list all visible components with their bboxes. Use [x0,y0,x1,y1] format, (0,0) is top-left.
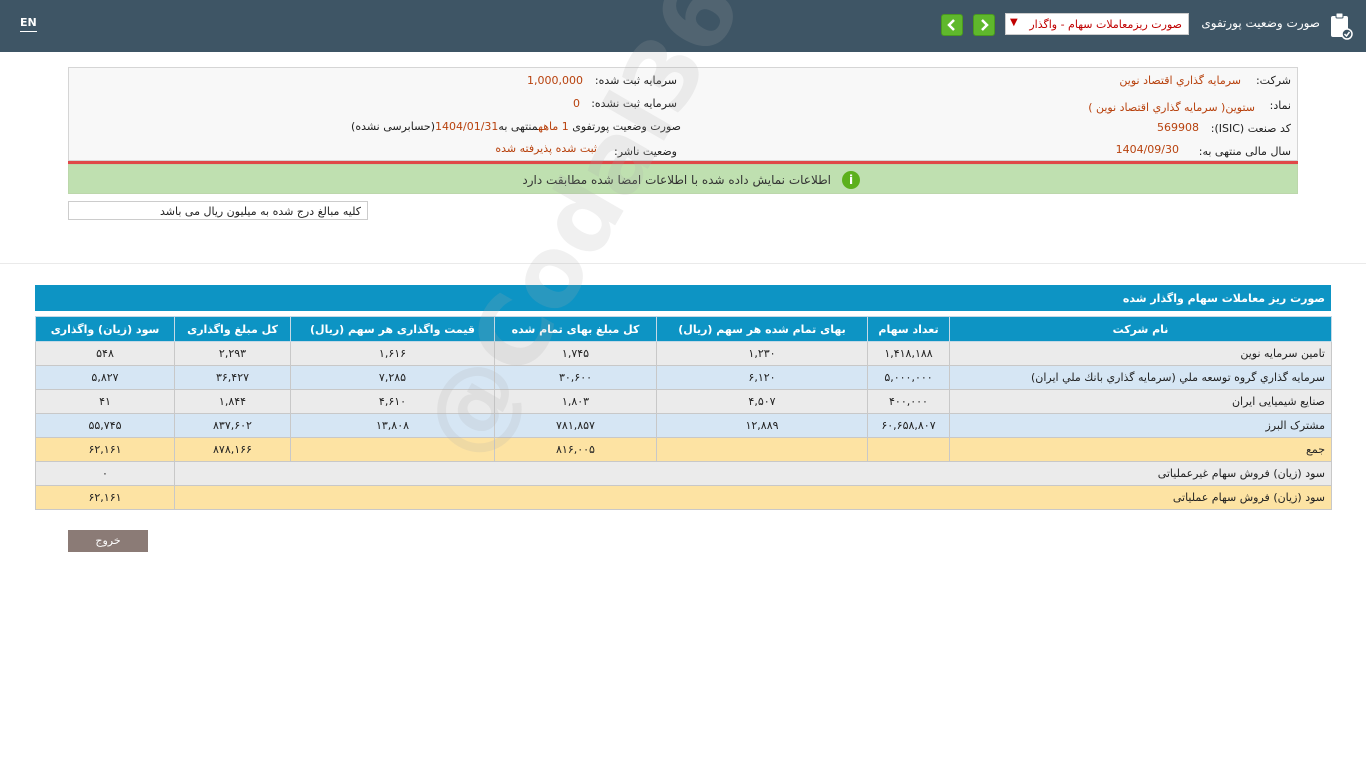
total-cost-cell: ۸۱۶,۰۰۵ [494,437,657,462]
table-cell: ۴,۵۰۷ [656,389,868,414]
table-cell: ۲,۲۹۳ [174,341,291,366]
table-row: سرمایه گذاري گروه توسعه ملي (سرمايه گذار… [35,365,1332,390]
isic-label: کد صنعت (ISIC): [1210,122,1291,135]
table-cell: تامین سرمایه نوین [949,341,1332,366]
report-type-select[interactable]: ▼ صورت ریزمعاملات سهام - واگذار [1005,13,1189,35]
table-cell [867,437,950,462]
table-cell: ۵۵,۷۴۵ [35,413,175,438]
table-cell: ۶,۱۲۰ [656,365,868,390]
section-divider [0,263,1366,264]
table-cell: ۵,۰۰۰,۰۰۰ [867,365,950,390]
table-cell: صنایع شیمیایی ایران [949,389,1332,414]
operating-row: سود (زیان) فروش سهام عملیاتی ۶۲,۱۶۱ [35,485,1332,510]
table-cell: ۴۰۰,۰۰۰ [867,389,950,414]
exit-button[interactable]: خروج [68,530,148,552]
company-label: شرکت: [1255,74,1291,87]
chevron-down-icon: ▼ [1010,17,1018,28]
table-row: صنایع شیمیایی ایران ۴۰۰,۰۰۰ ۴,۵۰۷ ۱,۸۰۳ … [35,389,1332,414]
column-header: تعداد سهام [867,316,950,342]
table-cell: ۸۳۷,۶۰۲ [174,413,291,438]
total-profit-cell: ۶۲,۱۶۱ [35,437,175,462]
fiscal-year-label: سال مالی منتهی به: [1198,145,1291,158]
unit-note: کلیه مبالغ درج شده به میلیون ریال می باش… [68,201,368,220]
table-cell: ۱,۴۱۸,۱۸۸ [867,341,950,366]
chevron-right-icon [981,19,989,31]
clipboard-check-icon [1331,12,1353,40]
table-cell: ۳۶,۴۲۷ [174,365,291,390]
non-operating-value: ۰ [35,461,175,486]
column-header: نام شرکت [949,316,1332,342]
table-cell: ۶۰,۶۵۸,۸۰۷ [867,413,950,438]
company-value: سرمايه گذاري اقتصاد نوين [1119,74,1241,87]
table-row: مشترک البرز ۶۰,۶۵۸,۸۰۷ ۱۲,۸۸۹ ۷۸۱,۸۵۷ ۱۳… [35,413,1332,438]
verification-banner: اطلاعات نمایش داده شده با اطلاعات امضا ش… [68,164,1298,194]
table-cell: ۱,۲۳۰ [656,341,868,366]
fiscal-year-value: 1404/09/30 [1115,143,1179,156]
prev-button[interactable] [941,14,963,36]
symbol-value: ستوین( سرمايه گذاري اقتصاد نوين ) [1088,101,1255,114]
operating-value: ۶۲,۱۶۱ [35,485,175,510]
column-header: سود (زیان) واگذاری [35,316,175,342]
total-row: جمع ۸۱۶,۰۰۵ ۸۷۸,۱۶۶ ۶۲,۱۶۱ [35,437,1332,462]
table-header-row: نام شرکت تعداد سهام بهای تمام شده هر سهم… [35,316,1332,342]
table-cell: سرمایه گذاري گروه توسعه ملي (سرمايه گذار… [949,365,1332,390]
table-cell [656,437,868,462]
report-type-value: صورت ریزمعاملات سهام - واگذار [1029,18,1182,31]
next-button[interactable] [973,14,995,36]
table-cell: مشترک البرز [949,413,1332,438]
table-title: صورت ریز معاملات سهام واگذار شده [35,285,1331,311]
symbol-label: نماد: [1269,99,1291,112]
info-icon: i [842,171,860,189]
table-cell: ۵۴۸ [35,341,175,366]
operating-label: سود (زیان) فروش سهام عملیاتی [174,485,1332,510]
table-cell: ۴۱ [35,389,175,414]
transactions-table: نام شرکت تعداد سهام بهای تمام شده هر سهم… [35,316,1332,510]
chevron-left-icon [947,19,955,31]
language-link[interactable]: EN [20,16,37,32]
table-cell: ۱۲,۸۸۹ [656,413,868,438]
table-row: تامین سرمایه نوین ۱,۴۱۸,۱۸۸ ۱,۲۳۰ ۱,۷۴۵ … [35,341,1332,366]
column-header: بهای تمام شده هر سهم (ریال) [656,316,868,342]
isic-value: 569908 [1157,121,1199,134]
page-title: صورت وضعیت پورتفوی [1201,16,1320,30]
non-operating-row: سود (زیان) فروش سهام غیرعملیاتی ۰ [35,461,1332,486]
table-cell: ۱,۸۴۴ [174,389,291,414]
table-cell: ۵,۸۲۷ [35,365,175,390]
total-sale-cell: ۸۷۸,۱۶۶ [174,437,291,462]
capital-value: 1,000,000 [527,74,583,87]
total-label: جمع [949,437,1332,462]
column-header: کل مبلغ واگذاری [174,316,291,342]
non-operating-label: سود (زیان) فروش سهام غیرعملیاتی [174,461,1332,486]
